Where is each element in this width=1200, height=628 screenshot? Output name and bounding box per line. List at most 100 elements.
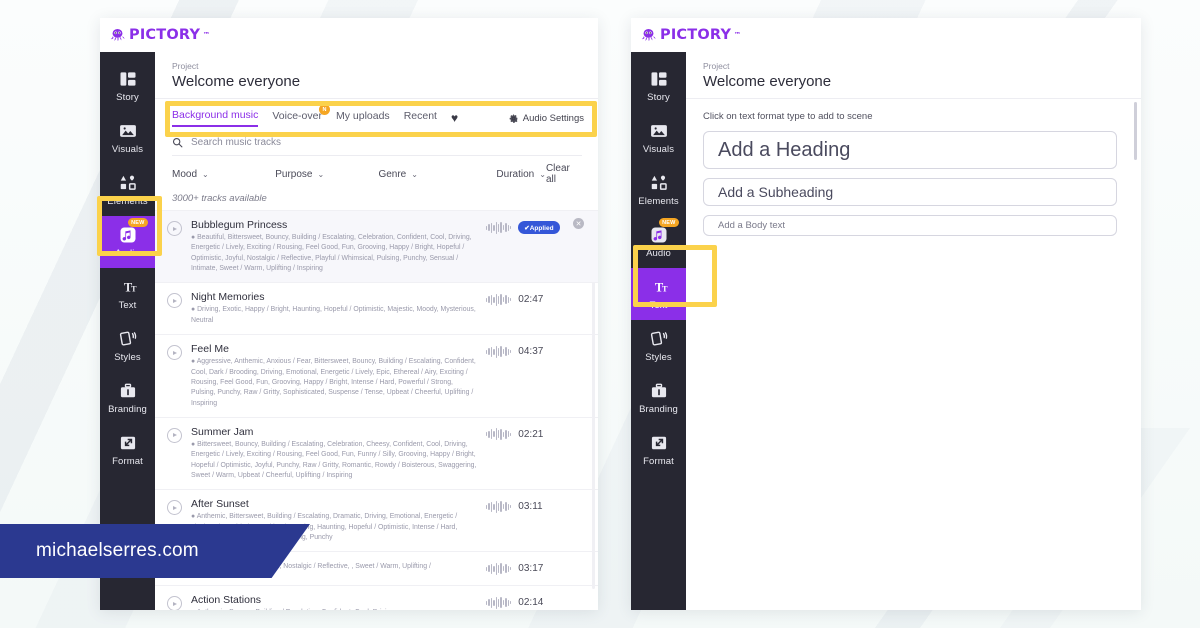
trademark-symbol: ™ (202, 31, 211, 39)
new-badge: NEW (127, 218, 148, 227)
sidebar-item-story[interactable]: Story (631, 60, 686, 112)
search-music-row[interactable]: Search music tracks (172, 137, 582, 156)
right-main-panel: Project Welcome everyone Click on text f… (686, 52, 1141, 610)
sidebar-item-label: Branding (639, 404, 678, 415)
track-meta: 03:17 (486, 562, 578, 575)
tab-recent[interactable]: Recent (404, 110, 437, 126)
sidebar-item-branding[interactable]: Branding (631, 372, 686, 424)
chevron-down-icon: ⌄ (539, 169, 546, 179)
track-info: Feel Me ● Aggressive, Anthemic, Anxious … (191, 343, 477, 409)
sidebar-item-styles[interactable]: Styles (100, 320, 155, 372)
clear-all-button[interactable]: Clear all (546, 163, 582, 185)
track-name: Night Memories (191, 291, 265, 304)
watermark-text: michaelserres.com (36, 540, 199, 561)
track-row[interactable]: Night Memories ● Driving, Exotic, Happy … (155, 283, 598, 336)
sidebar-item-elements[interactable]: Elements (631, 164, 686, 216)
tab-my-uploads[interactable]: My uploads (336, 110, 390, 126)
sidebar-item-text[interactable]: T T Text (100, 268, 155, 320)
sidebar-item-label: Audio (115, 248, 140, 259)
sidebar-item-audio[interactable]: NEW Audio (100, 216, 155, 268)
audio-settings-button[interactable]: Audio Settings (508, 113, 584, 124)
sidebar-item-visuals[interactable]: Visuals (631, 112, 686, 164)
track-meta: ✔Applied (486, 221, 578, 234)
search-input[interactable]: Search music tracks (191, 137, 281, 148)
add-body-text-button[interactable]: Add a Body text (703, 215, 1117, 236)
waveform-icon (486, 500, 512, 513)
sidebar-item-styles[interactable]: Styles (631, 320, 686, 372)
sidebar-item-story[interactable]: Story (100, 60, 155, 112)
play-icon[interactable] (167, 500, 182, 516)
layout-icon (649, 69, 669, 89)
tab-label: My uploads (335, 110, 390, 122)
track-meta: 02:47 (486, 293, 578, 306)
sidebar-item-format[interactable]: Format (100, 424, 155, 476)
sidebar-item-label: Visuals (111, 144, 144, 155)
play-icon[interactable] (167, 427, 182, 443)
waveform-icon (486, 596, 512, 609)
sidebar-item-text[interactable]: T T Text (631, 268, 686, 320)
filter-label: Genre (378, 168, 407, 180)
waveform-icon (486, 293, 512, 306)
track-meta: 02:21 (486, 428, 578, 441)
waveform-icon (486, 562, 512, 575)
play-icon[interactable] (167, 345, 182, 361)
project-title[interactable]: Welcome everyone (703, 73, 1141, 90)
sidebar-item-elements[interactable]: Elements (100, 164, 155, 216)
project-kicker: Project (703, 61, 730, 71)
sidebar-item-label: Branding (108, 404, 147, 415)
filter-purpose[interactable]: Purpose ⌄ (275, 169, 378, 180)
track-row[interactable]: Summer Jam ● Bittersweet, Bouncy, Buildi… (155, 418, 598, 491)
sidebar-item-format[interactable]: Format (631, 424, 686, 476)
resize-icon (118, 433, 138, 453)
audio-settings-label: Audio Settings (522, 112, 584, 124)
track-row[interactable]: Bubblegum Princess ● Beautiful, Bittersw… (155, 211, 598, 284)
tab-background-music[interactable]: Background music (172, 109, 259, 127)
right-panel-scrollbar-thumb[interactable] (1133, 102, 1137, 160)
heart-icon[interactable]: ♥ (451, 112, 458, 124)
audio-tabs: Background music Voice-over N My uploads Rec… (155, 99, 598, 135)
applied-badge: ✔Applied (518, 221, 560, 234)
waveform-icon (486, 221, 512, 234)
image-icon (118, 121, 138, 141)
track-row[interactable]: Feel Me ● Aggressive, Anthemic, Anxious … (155, 335, 598, 418)
text-icon: TT (649, 277, 669, 297)
play-icon[interactable] (167, 293, 182, 309)
track-duration: 02:47 (518, 294, 544, 306)
add-subheading-button[interactable]: Add a Subheading (703, 178, 1117, 206)
filter-genre[interactable]: Genre ⌄ (378, 169, 496, 180)
sidebar-item-audio[interactable]: NEW Audio (631, 216, 686, 268)
add-subheading-label: Add a Subheading (718, 184, 834, 200)
track-row[interactable]: Action Stations ● Anthemic, Bouncy, Buil… (155, 586, 598, 610)
track-info: Bubblegum Princess ● Beautiful, Bittersw… (191, 219, 477, 274)
filter-mood[interactable]: Mood ⌄ (172, 169, 275, 180)
sidebar-item-branding[interactable]: Branding (100, 372, 155, 424)
play-icon[interactable] (167, 596, 182, 610)
sidebar-item-visuals[interactable]: Visuals (100, 112, 155, 164)
tab-label: Recent (403, 110, 437, 122)
pictory-logo[interactable]: PICTORY ™ (109, 27, 210, 44)
pictory-wordmark: PICTORY (660, 27, 732, 43)
cards-icon (649, 329, 669, 349)
gear-icon (509, 113, 518, 123)
tab-label: Voice-over (272, 110, 322, 122)
sidebar-item-label: Story (647, 92, 670, 103)
track-info: Action Stations ● Anthemic, Bouncy, Buil… (191, 594, 477, 610)
filter-duration[interactable]: Duration ⌄ (496, 169, 546, 180)
sidebar-item-label: Text (649, 300, 668, 311)
add-heading-button[interactable]: Add a Heading (703, 131, 1117, 169)
project-title[interactable]: Welcome everyone (172, 73, 598, 90)
pictory-logo-right[interactable]: PICTORY ™ (640, 27, 741, 44)
left-topbar: PICTORY ™ (100, 18, 598, 52)
layout-icon (118, 69, 138, 89)
filter-label: Purpose (275, 168, 313, 180)
play-icon[interactable] (167, 221, 182, 236)
svg-text:T: T (131, 285, 137, 294)
tab-voice-over[interactable]: Voice-over N (272, 104, 330, 126)
track-name: After Sunset (191, 498, 249, 511)
project-header-right: Project Welcome everyone (686, 52, 1141, 99)
close-icon[interactable]: ✕ (573, 218, 584, 229)
pictory-audio-window: PICTORY ™ Story Visuals Elements NEW Audio T T… (100, 18, 598, 610)
add-body-text-label: Add a Body text (718, 220, 786, 231)
tab-badge: N (318, 104, 330, 115)
track-name: Summer Jam (191, 425, 254, 438)
